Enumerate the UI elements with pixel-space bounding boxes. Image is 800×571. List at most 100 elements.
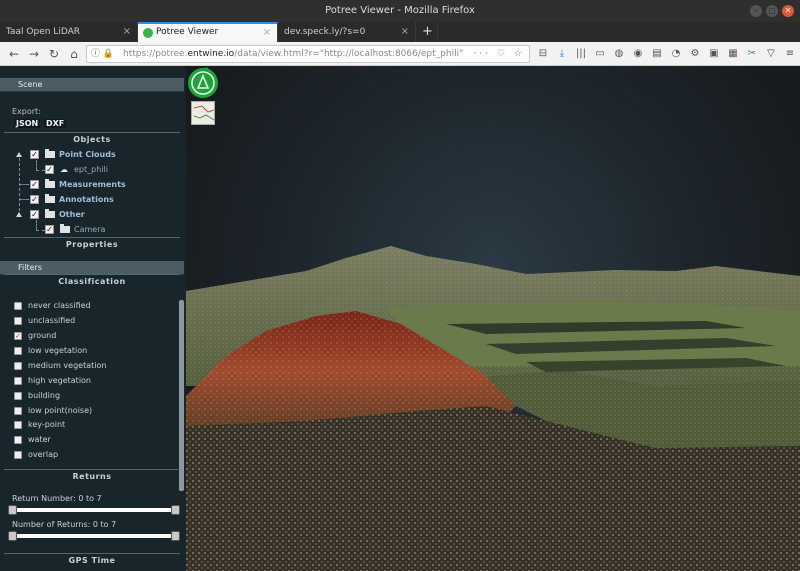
tree-item-camera[interactable]: ✓ Camera [0,223,184,237]
url-prefix: https://potree. [123,49,188,59]
slider-min-handle[interactable] [8,505,17,515]
class-checkbox[interactable] [14,347,22,355]
properties-heading: Properties [4,237,180,249]
vpn-icon[interactable]: ▽ [764,46,778,62]
screenshot-icon[interactable]: ▣ [707,46,721,62]
menu-icon[interactable]: ≡ [783,46,797,62]
class-label: never classified [28,301,91,310]
maximize-button[interactable]: ▢ [766,5,778,17]
class-ground[interactable]: ✓ ground [14,329,174,343]
navigation-bar: ← → ↻ ⌂ ⓘ 🔒 https://potree.entwine.io/da… [0,42,800,66]
class-checkbox[interactable] [14,362,22,370]
sync-icon[interactable]: ▤ [650,46,664,62]
visibility-checkbox[interactable]: ✓ [30,180,39,189]
class-checkbox[interactable]: ✓ [14,332,22,340]
filters-accordion[interactable]: Filters [0,261,184,275]
class-water[interactable]: water [14,433,174,447]
new-tab-button[interactable]: + [416,22,438,42]
tree-item-measurements[interactable]: ✓ Measurements [0,178,184,192]
class-label: medium vegetation [28,361,107,370]
tree-item-other[interactable]: ✓ Other [0,208,184,222]
class-checkbox[interactable] [14,451,22,459]
class-low-point-noise[interactable]: low point(noise) [14,404,174,418]
class-checkbox[interactable] [14,421,22,429]
class-medium-vegetation[interactable]: medium vegetation [14,359,174,373]
expand-toggle-icon[interactable] [16,152,22,157]
class-key-point[interactable]: key-point [14,418,174,432]
back-icon[interactable]: ← [6,46,22,62]
visibility-checkbox[interactable]: ✓ [30,150,39,159]
tab-label: Potree Viewer [156,27,219,37]
pocket-icon[interactable]: ◉ [631,46,645,62]
page-actions-icons[interactable]: ··· ♡ ☆ [474,46,525,62]
tab-dev-speckly[interactable]: dev.speck.ly/?s=0 × [278,22,416,42]
class-never-classified[interactable]: never classified [14,299,174,313]
close-tab-icon[interactable]: × [263,24,271,41]
class-high-vegetation[interactable]: high vegetation [14,374,174,388]
close-tab-icon[interactable]: × [401,22,409,42]
close-window-button[interactable]: ✕ [782,5,794,17]
class-checkbox[interactable] [14,436,22,444]
close-tab-icon[interactable]: × [123,22,131,42]
reload-icon[interactable]: ↻ [46,46,62,62]
tab-label: dev.speck.ly/?s=0 [284,27,366,37]
potree-logo-icon[interactable] [186,66,220,100]
class-label: high vegetation [28,376,92,385]
class-overlap[interactable]: overlap [14,448,174,462]
minimize-button[interactable]: – [750,5,762,17]
class-label: key-point [28,420,66,429]
library-icon[interactable]: ⊟ [536,46,550,62]
tree-label: ept_phili [74,165,108,174]
class-building[interactable]: building [14,389,174,403]
slider-max-handle[interactable] [171,531,180,541]
class-checkbox[interactable] [14,317,22,325]
class-label: building [28,391,61,400]
tree-item-point-clouds[interactable]: ✓ Point Clouds [0,148,184,162]
export-json-button[interactable]: JSON [14,119,41,128]
class-unclassified[interactable]: unclassified [14,314,174,328]
account-icon[interactable]: ◔ [669,46,683,62]
settings-icon[interactable]: ⚙ [688,46,702,62]
class-checkbox[interactable] [14,377,22,385]
expand-toggle-icon[interactable] [16,212,22,217]
url-bar[interactable]: ⓘ 🔒 https://potree.entwine.io/data/view.… [86,45,530,63]
slider-max-handle[interactable] [171,505,180,515]
visibility-checkbox[interactable]: ✓ [45,225,54,234]
cloud-icon: ☁ [60,165,68,174]
tree-item-annotations[interactable]: ✓ Annotations [0,193,184,207]
visibility-checkbox[interactable]: ✓ [45,165,54,174]
home-icon[interactable]: ⌂ [66,46,82,62]
class-checkbox[interactable] [14,392,22,400]
slider-min-handle[interactable] [8,531,17,541]
download-icon[interactable]: ⤓ [555,46,569,62]
sidebar-scrollbar-thumb[interactable] [179,300,184,491]
visibility-checkbox[interactable]: ✓ [30,195,39,204]
class-checkbox[interactable] [14,302,22,310]
forward-icon[interactable]: → [26,46,42,62]
sidebar-icon[interactable]: ▭ [593,46,607,62]
containers-icon[interactable]: ▦ [726,46,740,62]
site-info-icon[interactable]: ⓘ 🔒 [91,46,114,62]
export-dxf-button[interactable]: DXF [44,119,67,128]
folder-icon [45,179,55,188]
class-low-vegetation[interactable]: low vegetation [14,344,174,358]
window-title: Potree Viewer - Mozilla Firefox [325,5,475,16]
point-cloud-viewer[interactable] [186,66,800,571]
extension-icon[interactable]: ✂ [745,46,759,62]
folder-icon [60,224,70,233]
return-number-label: Return Number: 0 to 7 [12,494,102,503]
bookmarks-library-icon[interactable]: ||| [574,46,588,62]
number-of-returns-slider[interactable] [8,531,180,541]
folder-icon [45,209,55,218]
map-toggle-icon[interactable] [191,101,215,125]
tree-item-ept-phili[interactable]: ✓ ☁ ept_phili [0,163,184,177]
tab-taal-open-lidar[interactable]: Taal Open LiDAR × [0,22,138,42]
class-label: ground [28,331,57,340]
scene-accordion[interactable]: Scene [0,78,184,92]
class-checkbox[interactable] [14,407,22,415]
class-label: low point(noise) [28,406,93,415]
reader-icon[interactable]: ◍ [612,46,626,62]
visibility-checkbox[interactable]: ✓ [30,210,39,219]
tab-potree-viewer[interactable]: Potree Viewer × [138,22,278,42]
return-number-slider[interactable] [8,505,180,515]
